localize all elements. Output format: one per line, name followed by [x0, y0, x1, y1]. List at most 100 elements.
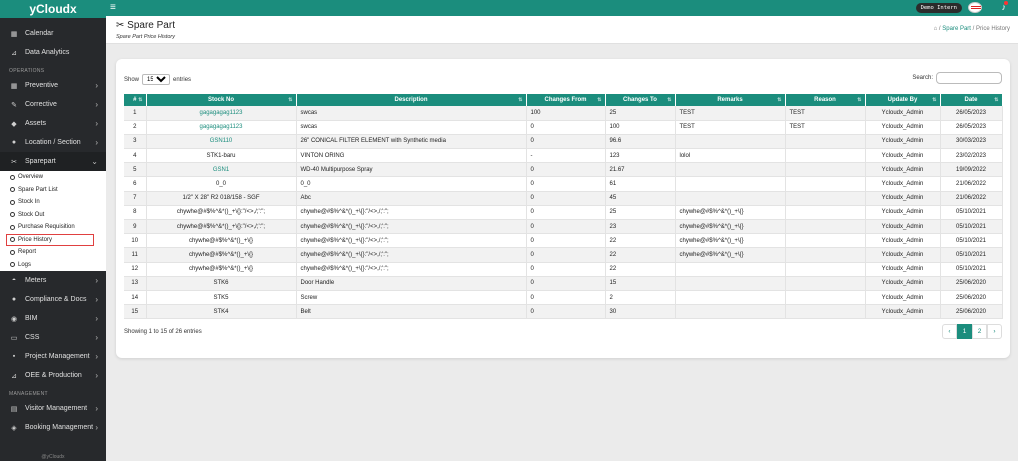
- home-icon[interactable]: ⌂: [934, 26, 938, 32]
- submenu-purchase-requisition[interactable]: Purchase Requisition: [0, 221, 106, 234]
- menu-toggle-icon[interactable]: ≡: [110, 3, 120, 13]
- table-cell: 30/03/2023: [940, 134, 1003, 150]
- table-cell: STK5: [146, 290, 297, 306]
- monitor-icon: ▭: [10, 334, 18, 342]
- sidebar-item-data-analytics[interactable]: ⊿ Data Analytics: [0, 43, 106, 62]
- table-cell: Ycloudx_Admin: [865, 120, 941, 135]
- table-cell: TEST: [675, 120, 786, 135]
- column-header[interactable]: Date ⇅: [940, 94, 1003, 106]
- table-cell: WD-40 Multipurpose Spray: [296, 162, 527, 178]
- sidebar-item-label: Data Analytics: [25, 49, 70, 56]
- submenu-report[interactable]: Report: [0, 246, 106, 259]
- table-cell: 0: [526, 262, 606, 277]
- app-window: yCloudx ▦ Calendar ⊿ Data Analytics OPERAT…: [0, 0, 1018, 461]
- chevron-right-icon: ›: [95, 333, 98, 342]
- submenu-stock-in[interactable]: Stock In: [0, 196, 106, 209]
- table-cell[interactable]: gagagagag1123: [146, 120, 297, 135]
- table-row: 2 gagagagag1123 swcas 0 100 TEST TEST Ycloudx_A…: [124, 120, 1003, 135]
- table-cell: 1/2" X 28" R2 018/158 - SGF: [146, 191, 297, 206]
- chevron-right-icon: ›: [95, 295, 98, 304]
- table-cell: -: [526, 148, 606, 164]
- sort-icon: ⇅: [777, 97, 782, 103]
- prev-page-icon[interactable]: ‹: [942, 324, 957, 339]
- table-cell: 9: [124, 219, 147, 235]
- sidebar-item-location[interactable]: ● Location / Section ›: [0, 133, 106, 152]
- page-size-select[interactable]: 15: [142, 74, 171, 85]
- column-header[interactable]: Remarks ⇅: [675, 94, 786, 106]
- table-cell: 13: [124, 276, 147, 291]
- submenu-overview[interactable]: Overview: [0, 171, 106, 184]
- table-cell: Ycloudx_Admin: [865, 276, 941, 291]
- column-header[interactable]: Stock No ⇅: [146, 94, 297, 106]
- table-cell: Ycloudx_Admin: [865, 191, 941, 206]
- submenu-logs[interactable]: Logs: [0, 259, 106, 272]
- sidebar-item-preventive[interactable]: ▦ Preventive ›: [0, 76, 106, 95]
- table-cell: STK1-baru: [146, 148, 297, 164]
- table-cell: chywhe@#$%^&*()_+\{}:"/<>,/;':";: [296, 233, 527, 249]
- column-header[interactable]: Description ⇅: [296, 94, 527, 106]
- submenu-spare-part-list[interactable]: Spare Part List: [0, 184, 106, 197]
- table-cell: 22: [605, 262, 676, 277]
- table-cell: [785, 290, 866, 306]
- page-2[interactable]: 2: [972, 324, 987, 339]
- calendar-icon: ▦: [10, 30, 18, 38]
- sidebar-item-booking-management[interactable]: ◈ Booking Management ›: [0, 418, 106, 437]
- table-cell: Ycloudx_Admin: [865, 247, 941, 263]
- table-cell[interactable]: GSN110: [146, 134, 297, 150]
- table-cell[interactable]: GSN1: [146, 162, 297, 178]
- sort-icon: ⇅: [597, 97, 602, 103]
- sidebar-item-visitor-management[interactable]: ▤ Visitor Management ›: [0, 399, 106, 418]
- table-cell: 05/10/2021: [940, 247, 1003, 263]
- table-row: 11 chywhe@#$%^&*()_+\{} chywhe@#$%^&*()_+\…: [124, 247, 1003, 263]
- table-cell: Ycloudx_Admin: [865, 205, 941, 221]
- sort-icon: ⇅: [994, 97, 999, 103]
- sidebar-item-bim[interactable]: ◉ BIM ›: [0, 309, 106, 328]
- sidebar-item-corrective[interactable]: ✎ Corrective ›: [0, 95, 106, 114]
- table-cell: chywhe@#$%^&*()_+\{}: [675, 219, 786, 235]
- column-header[interactable]: Reason ⇅: [785, 94, 866, 106]
- table-row: 1 gagagagag1123 swcas 100 25 TEST TEST Ycloudx_…: [124, 106, 1003, 121]
- column-header[interactable]: Changes To ⇅: [605, 94, 676, 106]
- brand-logo[interactable]: yCloudx: [0, 0, 106, 18]
- sidebar-item-project-management[interactable]: ▪ Project Management ›: [0, 347, 106, 366]
- table-cell: [675, 290, 786, 306]
- sidebar-item-meters[interactable]: ◓ Meters ›: [0, 271, 106, 290]
- table-header-row: # ⇅ Stock No ⇅ Description ⇅ Changes From ⇅ Chan…: [124, 94, 1003, 106]
- table-cell: chywhe@#$%^&*()_+\{}:"/<>,/;':";: [146, 219, 297, 235]
- table-cell: 100: [526, 106, 606, 121]
- search-input[interactable]: [936, 72, 1002, 84]
- sidebar-item-oee-production[interactable]: ⊿ OEE & Production ›: [0, 366, 106, 385]
- table-cell: chywhe@#$%^&*()_+\{}: [675, 205, 786, 221]
- user-menu[interactable]: Demo Intern: [915, 3, 962, 13]
- breadcrumb-spare-part[interactable]: Spare Part: [942, 26, 971, 32]
- sidebar-item-assets[interactable]: ◆ Assets ›: [0, 114, 106, 133]
- table-cell[interactable]: gagagagag1123: [146, 106, 297, 121]
- language-flag-icon[interactable]: [968, 2, 982, 13]
- table-cell: 2: [605, 290, 676, 306]
- top-bar: ≡ Demo Intern ♪: [106, 0, 1018, 16]
- column-header[interactable]: Changes From ⇅: [526, 94, 606, 106]
- circle-icon: [10, 224, 15, 230]
- table-cell: [785, 276, 866, 291]
- notification-dot: [1004, 1, 1008, 5]
- next-page-icon[interactable]: ›: [987, 324, 1002, 339]
- table-cell: 10: [124, 233, 147, 249]
- column-header[interactable]: # ⇅: [124, 94, 147, 106]
- sidebar-item-compliance[interactable]: ● Compliance & Docs ›: [0, 290, 106, 309]
- table-cell: STK4: [146, 304, 297, 320]
- sidebar-item-sparepart[interactable]: ✂ Sparepart ⌄: [0, 152, 106, 171]
- page-1[interactable]: 1: [957, 324, 972, 339]
- table-cell: 19/09/2022: [940, 162, 1003, 178]
- table-cell: Ycloudx_Admin: [865, 219, 941, 235]
- submenu-price-history[interactable]: Price History: [6, 233, 94, 246]
- sidebar-item-calendar[interactable]: ▦ Calendar: [0, 24, 106, 43]
- sidebar-item-css[interactable]: ▭ CSS ›: [0, 328, 106, 347]
- meter-icon: ◓: [11, 277, 17, 284]
- sparepart-submenu: Overview Spare Part List Stock In Stock …: [0, 171, 106, 271]
- submenu-stock-out[interactable]: Stock Out: [0, 209, 106, 222]
- column-header[interactable]: Update By ⇅: [865, 94, 941, 106]
- page-title: ✂ Spare Part: [116, 20, 175, 31]
- circle-icon: [10, 237, 15, 243]
- pagination: ‹ 1 2 ›: [942, 324, 1002, 339]
- sort-icon: ⇅: [518, 97, 523, 103]
